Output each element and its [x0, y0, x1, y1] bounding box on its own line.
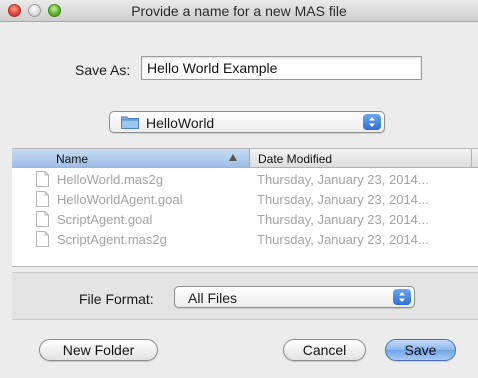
title-bar: Provide a name for a new MAS file [0, 0, 478, 22]
file-format-bar: File Format: All Files [12, 272, 478, 320]
name-column-label: Name [56, 152, 89, 166]
document-icon [36, 171, 49, 187]
file-date: Thursday, January 23, 2014... [257, 212, 429, 227]
cancel-button[interactable]: Cancel [283, 339, 366, 361]
file-list-header: Name Date Modified [12, 149, 478, 168]
file-name: ScriptAgent.goal [57, 212, 153, 227]
date-modified-column-header[interactable]: Date Modified [250, 149, 478, 167]
new-folder-button[interactable]: New Folder [39, 339, 158, 361]
file-row[interactable]: ScriptAgent.mas2g Thursday, January 23, … [12, 230, 478, 250]
file-name: HelloWorld.mas2g [57, 172, 163, 187]
file-format-value: All Files [188, 290, 238, 306]
file-row[interactable]: HelloWorldAgent.goal Thursday, January 2… [12, 190, 478, 210]
folder-icon [121, 116, 139, 129]
sort-ascending-icon [229, 154, 237, 161]
document-icon [36, 191, 49, 207]
document-icon [36, 231, 49, 247]
window-title: Provide a name for a new MAS file [131, 3, 347, 19]
file-row[interactable]: ScriptAgent.goal Thursday, January 23, 2… [12, 210, 478, 230]
file-format-label: File Format: [79, 291, 154, 307]
file-format-popup[interactable]: All Files [174, 286, 415, 308]
file-name: ScriptAgent.mas2g [57, 232, 167, 247]
save-as-label: Save As: [75, 62, 131, 78]
save-dialog: Provide a name for a new MAS file Save A… [0, 0, 478, 378]
file-date: Thursday, January 23, 2014... [257, 192, 429, 207]
date-modified-column-label: Date Modified [258, 152, 333, 166]
location-label: HelloWorld [146, 115, 215, 131]
save-button[interactable]: Save [385, 339, 456, 361]
file-name: HelloWorldAgent.goal [57, 192, 183, 207]
document-icon [36, 211, 49, 227]
stepper-arrows-icon [363, 114, 381, 130]
name-column-header[interactable]: Name [12, 149, 250, 167]
file-date: Thursday, January 23, 2014... [257, 172, 429, 187]
file-date: Thursday, January 23, 2014... [257, 232, 429, 247]
file-row[interactable]: HelloWorld.mas2g Thursday, January 23, 2… [12, 170, 478, 190]
save-as-input[interactable] [141, 56, 422, 80]
stepper-arrows-icon [393, 289, 411, 305]
file-list[interactable]: Name Date Modified HelloWorld.mas2g Thur… [12, 148, 478, 267]
location-popup[interactable]: HelloWorld [109, 111, 385, 133]
